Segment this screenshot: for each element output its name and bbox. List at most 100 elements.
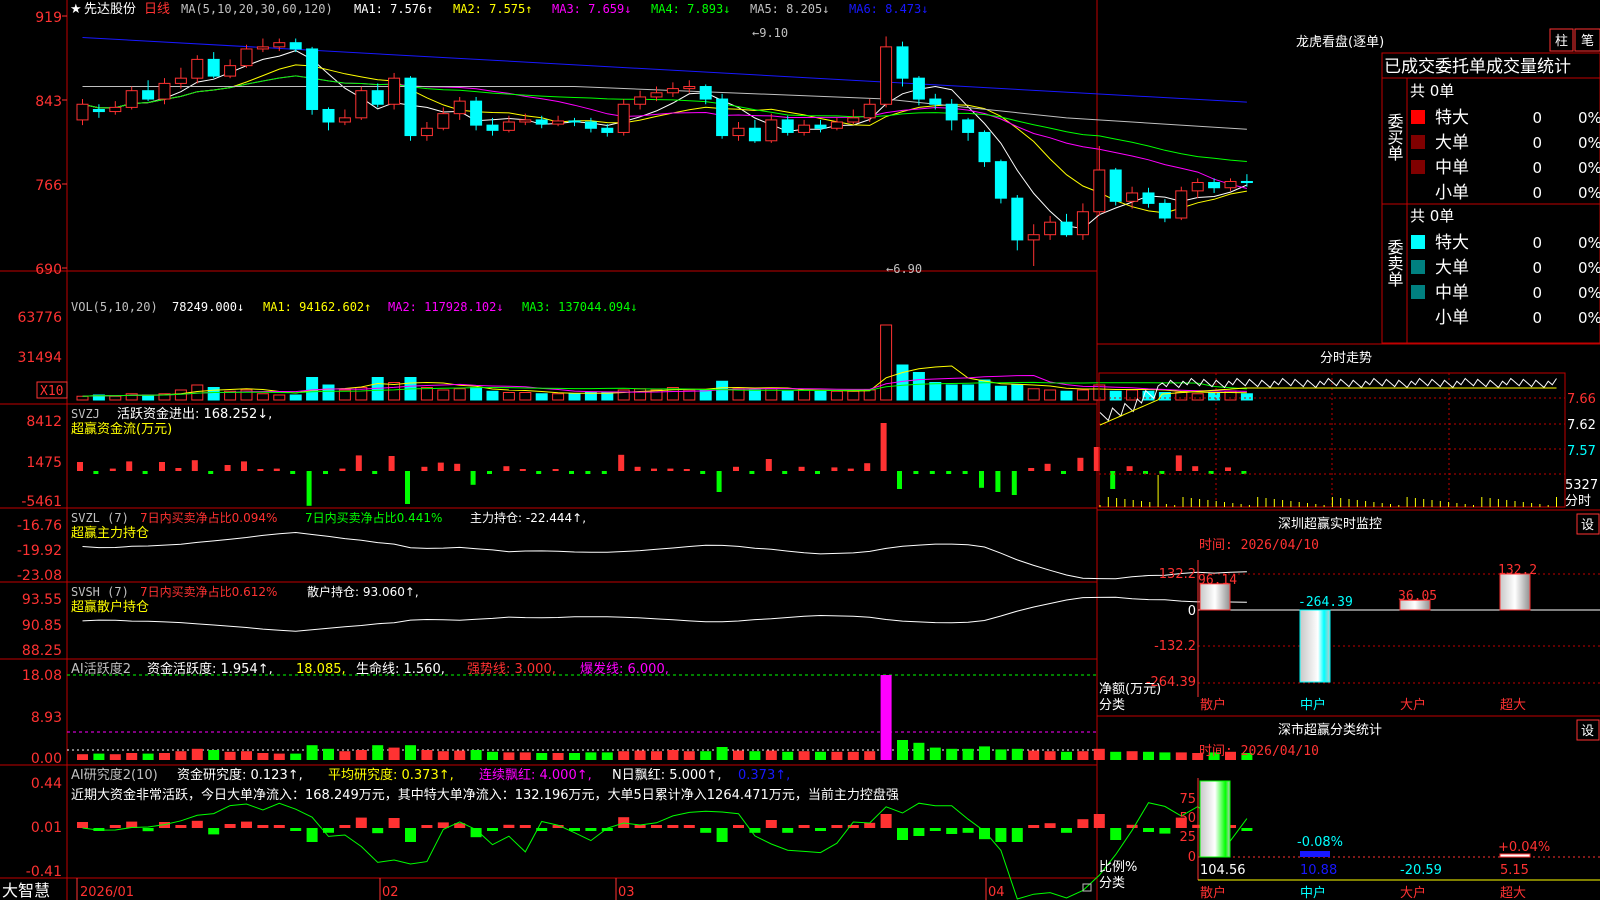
ai1-bar [372,745,384,760]
svsh-line [82,596,1247,632]
candle-down [699,86,712,100]
buy-row-pct: 0% [1578,109,1600,127]
class-ylabel: 比例% [1099,860,1137,875]
candle-down [962,119,975,133]
sell-row-name: 大单 [1435,258,1469,278]
buy-row-name: 特大 [1435,108,1469,128]
date-label: 2026/01 [80,885,134,900]
fenshi-tick: 7.62 [1567,418,1596,433]
svzj-bar [929,471,935,474]
class-cat: 超大 [1500,886,1526,900]
candle-up [1126,192,1139,202]
ai2-bar [815,828,826,831]
svzj-bar [437,462,444,471]
ai1-bar [536,753,548,760]
candle-down [1240,180,1253,184]
volume-bar [109,395,122,401]
class-small-label: -0.08% [1297,835,1343,850]
ai1-bar [979,746,990,760]
candle-down [929,98,942,105]
bi-button-label: 笔 [1581,33,1594,49]
lhkp-title: 龙虎看盘(逐单) [1296,34,1384,50]
ai1-bar [765,750,777,760]
class-cat: 散户 [1200,885,1226,900]
candle-down [945,103,958,121]
candle-up [240,48,253,67]
vol-name: VOL(5,10,20) [71,300,158,314]
ai1-bar [601,752,613,760]
svsh-tick: 93.55 [22,592,62,608]
candle-up [1044,221,1057,236]
svzj-tick: 1475 [26,455,62,471]
vol-tick-label: 63776 [17,310,62,326]
monitor-bar [1499,573,1531,611]
monitor-cat: 散户 [1200,697,1226,713]
ai2-bar [667,825,679,828]
svzj-bar [536,471,542,474]
ai1-bar [1077,751,1089,760]
monitor-value-label: 36.05 [1398,589,1437,604]
volume-bar [76,395,89,401]
vol-value: 78249.000↓ [172,300,244,314]
ai2-bar [913,828,925,836]
sell-row-swatch [1411,260,1425,274]
ai1-bar [1061,751,1072,760]
ai1-bar [519,752,531,760]
stock-star: ★ [70,2,82,17]
svzj-bar [454,463,461,471]
candle-up [191,58,204,79]
monitor-bar [1299,609,1331,683]
ai2-bar [880,814,892,828]
buy-row-value: 0 [1532,159,1542,177]
ai1-tick: 8.93 [31,710,62,726]
candle-down [994,161,1007,199]
ai2-bar [995,828,1007,842]
svzj-bar [798,466,805,471]
buy-side-label: 委买单 [1385,113,1404,161]
svzj-bar [585,471,591,474]
candle-down [896,46,909,79]
svzj-bar [1044,463,1051,471]
ai1-tick: 0.00 [31,751,62,767]
ai2-tick: 0.01 [31,820,62,836]
volume-bar [781,390,794,401]
low-annotation: ←6.90 [886,262,922,276]
candle-up [453,100,466,115]
candle-down [912,77,925,100]
vol-ma1: MA1: 94162.602↑ [263,300,371,314]
candle-up [158,82,171,100]
ai1-bar [421,750,433,760]
ai1-bar [1159,752,1171,760]
svzj-bar [1126,466,1133,471]
candle-up [437,113,450,129]
volume-bar [256,393,269,401]
volume-bar [699,389,712,401]
ai1-bar [913,742,925,760]
class-tick: 75 [1179,792,1196,807]
period-label[interactable]: 日线 [144,2,170,17]
monitor-cat: 大户 [1400,697,1426,713]
monitor-ylabel: 净额(万元) [1099,682,1161,697]
panel-frames [0,0,1600,900]
ma30-line [82,75,1247,162]
svzl-tick: -16.76 [17,518,62,534]
ai1-bar [224,751,236,760]
ai1-bar [109,754,121,760]
class-bar [1199,780,1231,858]
sell-row-pct: 0% [1578,234,1600,252]
candle-down [470,100,483,126]
volume-bars [76,324,1253,401]
candle-up [650,92,663,98]
ai2-bar [897,828,908,840]
svzj-tick: 8412 [26,414,62,430]
svzj-bar [175,468,182,471]
candle-down [716,98,729,137]
class-cat: 大户 [1400,885,1426,900]
volume-bar [420,387,433,401]
volume-bar [437,389,450,401]
ai2-message: 近期大资金非常活跃，今日大单净流入：168.249万元，其中特大单净流入：132… [71,787,899,803]
buy-row-name: 小单 [1435,183,1469,203]
candle-up [224,65,237,77]
buy-row-swatch [1411,160,1425,174]
stock-name[interactable]: 先达股份 [84,2,136,17]
